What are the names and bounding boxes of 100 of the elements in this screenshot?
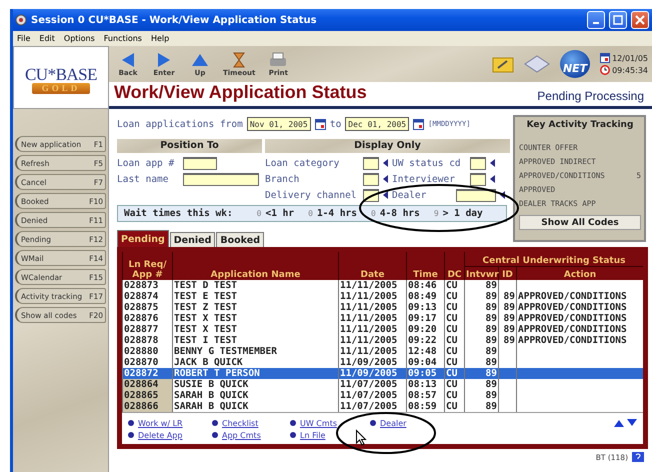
calendar-icon (600, 53, 610, 63)
table-cell: 11/11/2005 (338, 346, 406, 357)
table-cell: 11/07/2005 (338, 401, 406, 412)
table-cell: APPROVED/CONDITIONS (516, 291, 643, 302)
table-cell: TEST I TEST (172, 335, 338, 346)
menu-item[interactable]: Edit (39, 34, 55, 43)
table-cell: 89 (498, 335, 516, 346)
input-field[interactable] (363, 172, 379, 186)
menu-item[interactable]: File (17, 34, 30, 43)
back-arrow-icon (120, 52, 136, 68)
close-button[interactable] (631, 11, 649, 29)
input-field[interactable] (183, 172, 259, 186)
field-label: Loan category (265, 158, 340, 168)
table-cell: BENNY G TESTMEMBER (172, 346, 338, 357)
show-all-codes-button[interactable]: Show All Codes (519, 215, 641, 230)
scroll-down-button[interactable] (627, 419, 637, 427)
link[interactable]: App Cmts (222, 430, 261, 440)
bullet-icon (128, 432, 134, 438)
table-cell: 028865 (122, 390, 172, 401)
tab[interactable]: Booked (216, 232, 264, 247)
up-arrow-icon (191, 52, 209, 68)
table-cell: 11/11/2005 (338, 280, 406, 291)
menu-item[interactable]: Functions (104, 34, 142, 43)
to-label: to (330, 118, 342, 130)
field-label: Delivery channel (265, 190, 358, 200)
bullet-icon (128, 420, 134, 426)
table-cell: CU (444, 313, 464, 324)
date-range-label: Loan applications from (117, 118, 243, 130)
column-header: Intvwr (464, 266, 498, 280)
time-text: 09:45:34 (612, 66, 648, 74)
help-icon (632, 452, 644, 462)
input-field[interactable] (456, 188, 496, 202)
table-cell: TEST X TEST (172, 313, 338, 324)
field-label: Dealer (392, 190, 428, 200)
column-header: Application Name (172, 252, 338, 280)
panel-title: Key Activity Tracking (526, 120, 634, 130)
table-cell: 11/11/2005 (338, 291, 406, 302)
tab[interactable]: Denied (170, 232, 216, 247)
field-label: Last name (117, 174, 170, 184)
table-cell: SUSIE B QUICK (172, 379, 338, 390)
table-cell: 89 (498, 302, 516, 313)
minimize-button[interactable] (587, 11, 605, 29)
date-text: 12/01/05 (612, 54, 648, 62)
link[interactable]: Ln File (300, 430, 326, 440)
table-cell: 08:13 (406, 379, 444, 390)
net-logo[interactable]: NET (560, 50, 590, 78)
bullet-icon (212, 420, 218, 426)
table-cell: CU (444, 379, 464, 390)
table-cell: CU (444, 280, 464, 291)
table-cell: 89 (498, 324, 516, 335)
table-cell: 11/09/2005 (338, 368, 406, 379)
table-cell: 028874 (122, 291, 172, 302)
wait-time: 0 4-8 hrs (370, 208, 420, 219)
column-header: DC (444, 252, 464, 280)
printer-icon (269, 52, 288, 68)
link[interactable]: Delete App (138, 430, 182, 440)
group-header: Central Underwriting Status (464, 252, 643, 266)
table-cell: CU (444, 368, 464, 379)
folder-wrench-icon (492, 55, 514, 73)
link[interactable]: Checklist (222, 418, 258, 428)
table-cell: APPROVED/CONDITIONS (516, 324, 643, 335)
tab[interactable]: Pending (117, 230, 169, 247)
table-cell: 89 (498, 291, 516, 302)
table-cell: 89 (464, 291, 498, 302)
table-cell: APPROVED/CONDITIONS (516, 335, 643, 346)
table-cell: 89 (464, 302, 498, 313)
input-field[interactable] (183, 156, 217, 170)
table-cell: 09:20 (406, 324, 444, 335)
tray-icon (524, 55, 550, 73)
menu-item[interactable]: Help (150, 34, 170, 43)
input-field[interactable] (470, 172, 486, 186)
calendar-icon (314, 118, 326, 130)
hourglass-icon (231, 52, 248, 68)
column-header: Time (406, 252, 444, 280)
bullet-icon (212, 432, 218, 438)
input-field[interactable] (470, 156, 486, 170)
link[interactable]: UW Cmts (300, 418, 337, 428)
table-cell: APPROVED/CONDITIONS (516, 302, 643, 313)
table-cell: 89 (464, 401, 498, 412)
section-header: Position To (117, 139, 262, 153)
table-cell: 89 (464, 390, 498, 401)
window-title: Session 0 CU*BASE - Work/View Application Status (31, 14, 318, 26)
table-cell: 89 (464, 335, 498, 346)
table-cell: CU (444, 401, 464, 412)
table-cell: 08:46 (406, 280, 444, 291)
maximize-button[interactable] (609, 11, 627, 29)
to-date-field[interactable]: Dec 01, 2005 (345, 117, 410, 131)
link[interactable]: Work w/ LR (138, 418, 183, 428)
column-header: ID (498, 266, 516, 280)
table-cell: 028876 (122, 313, 172, 324)
link[interactable]: Dealer (380, 418, 406, 428)
menu-item[interactable]: Options (64, 34, 95, 43)
input-field[interactable] (363, 156, 379, 170)
table-cell: 028875 (122, 302, 172, 313)
scroll-up-button[interactable] (614, 419, 624, 427)
table-cell: 89 (498, 313, 516, 324)
from-date-field[interactable]: Nov 01, 2005 (246, 117, 311, 131)
table-cell: 028880 (122, 346, 172, 357)
table-cell: 11/07/2005 (338, 390, 406, 401)
table-cell: 12:48 (406, 346, 444, 357)
